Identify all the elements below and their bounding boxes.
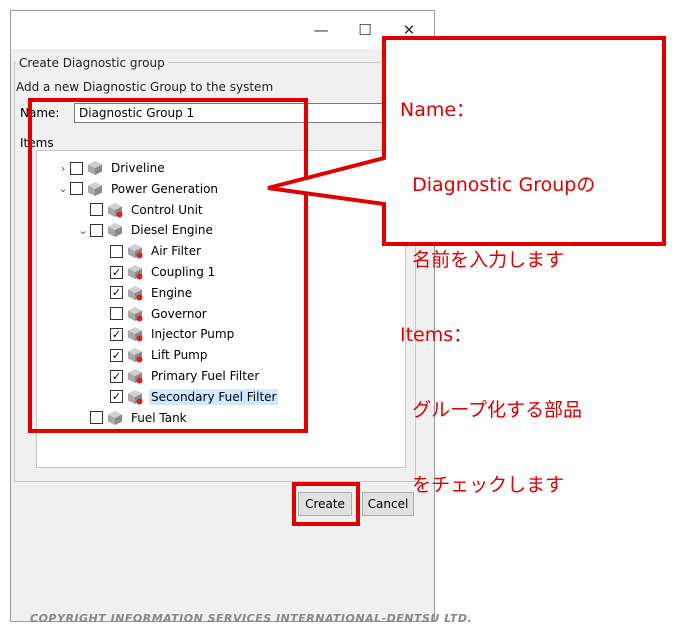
callout-line: Items：: [400, 324, 473, 346]
callout-line: 名前を入力します: [400, 249, 565, 271]
copyright-text: COPYRIGHT INFORMATION SERVICES INTERNATI…: [30, 612, 473, 625]
callout-line: グループ化する部品: [400, 399, 582, 421]
callout-line: Diagnostic Groupの: [400, 174, 596, 196]
callout-line: をチェックします: [400, 474, 565, 496]
callout-text: Name： Diagnostic Groupの 名前を入力します Items： …: [400, 48, 595, 523]
callout-line: Name：: [400, 99, 476, 121]
